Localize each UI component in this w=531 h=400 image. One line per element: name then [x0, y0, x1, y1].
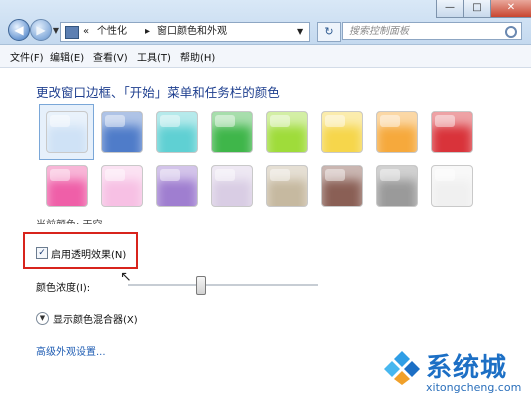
- watermark-logo-icon: [384, 351, 420, 385]
- menu-edit[interactable]: 编辑(E): [50, 49, 84, 64]
- title-bar: — □ ✕ ◀ ▶ ▼ « 个性化 ▸ 窗口颜色和外观 ▼ ↻ 搜索控制面板: [0, 0, 531, 45]
- page-title: 更改窗口边框、「开始」菜单和任务栏的颜色: [36, 85, 280, 100]
- color-swatch[interactable]: [266, 111, 308, 153]
- close-button[interactable]: ✕: [490, 0, 531, 18]
- mouse-pointer-icon: ↖: [120, 269, 132, 285]
- chevron-down-icon[interactable]: ▼: [36, 312, 49, 325]
- refresh-button[interactable]: ↻: [317, 22, 341, 42]
- menu-tools[interactable]: 工具(T): [137, 49, 171, 64]
- intensity-slider-thumb[interactable]: [196, 276, 207, 295]
- color-swatch[interactable]: [211, 111, 253, 153]
- minimize-button[interactable]: —: [436, 0, 464, 18]
- color-swatch[interactable]: [156, 165, 198, 207]
- intensity-label: 颜色浓度(I):: [36, 283, 91, 294]
- color-swatch[interactable]: [376, 165, 418, 207]
- advanced-appearance-link[interactable]: 高级外观设置...: [36, 343, 106, 358]
- menu-bar: 文件(F) 编辑(E) 查看(V) 工具(T) 帮助(H): [0, 45, 531, 68]
- forward-arrow-icon[interactable]: ▶: [30, 19, 52, 41]
- breadcrumb-overflow[interactable]: «: [83, 23, 89, 41]
- color-mixer-toggle[interactable]: 显示颜色混合器(X): [53, 311, 138, 326]
- current-color-label: 当前颜色: 天空: [36, 216, 103, 224]
- color-swatch[interactable]: [431, 111, 473, 153]
- back-arrow-icon[interactable]: ◀: [8, 19, 30, 41]
- menu-view[interactable]: 查看(V): [93, 49, 128, 64]
- maximize-button[interactable]: □: [463, 0, 491, 18]
- color-swatch[interactable]: [321, 165, 363, 207]
- check-mark-icon: ✓: [38, 248, 46, 258]
- color-swatch[interactable]: [101, 111, 143, 153]
- search-icon[interactable]: [505, 26, 517, 38]
- color-swatch[interactable]: [46, 165, 88, 207]
- color-swatch[interactable]: [156, 111, 198, 153]
- watermark-url: xitongcheng.com: [426, 381, 522, 394]
- search-placeholder: 搜索控制面板: [349, 26, 409, 37]
- color-swatch[interactable]: [266, 165, 308, 207]
- color-swatch[interactable]: [321, 111, 363, 153]
- transparency-checkbox[interactable]: ✓: [36, 247, 48, 259]
- color-swatch[interactable]: [101, 165, 143, 207]
- breadcrumb-window-color[interactable]: 窗口颜色和外观: [157, 23, 227, 41]
- search-input[interactable]: 搜索控制面板: [342, 22, 522, 40]
- color-swatch[interactable]: [211, 165, 253, 207]
- control-panel-icon: [65, 26, 79, 39]
- address-bar[interactable]: « 个性化 ▸ 窗口颜色和外观 ▼: [60, 22, 310, 42]
- menu-help[interactable]: 帮助(H): [180, 49, 215, 64]
- separator-icon: ▸: [145, 26, 151, 37]
- intensity-slider-track[interactable]: [128, 284, 318, 287]
- color-swatch[interactable]: [46, 111, 88, 153]
- menu-file[interactable]: 文件(F): [10, 49, 44, 64]
- color-swatch[interactable]: [431, 165, 473, 207]
- address-dropdown-icon[interactable]: ▼: [297, 23, 303, 41]
- color-swatch[interactable]: [376, 111, 418, 153]
- transparency-label[interactable]: 启用透明效果(N): [51, 246, 126, 261]
- watermark-brand: 系统城: [426, 353, 508, 383]
- breadcrumb-personalization[interactable]: 个性化: [97, 23, 127, 41]
